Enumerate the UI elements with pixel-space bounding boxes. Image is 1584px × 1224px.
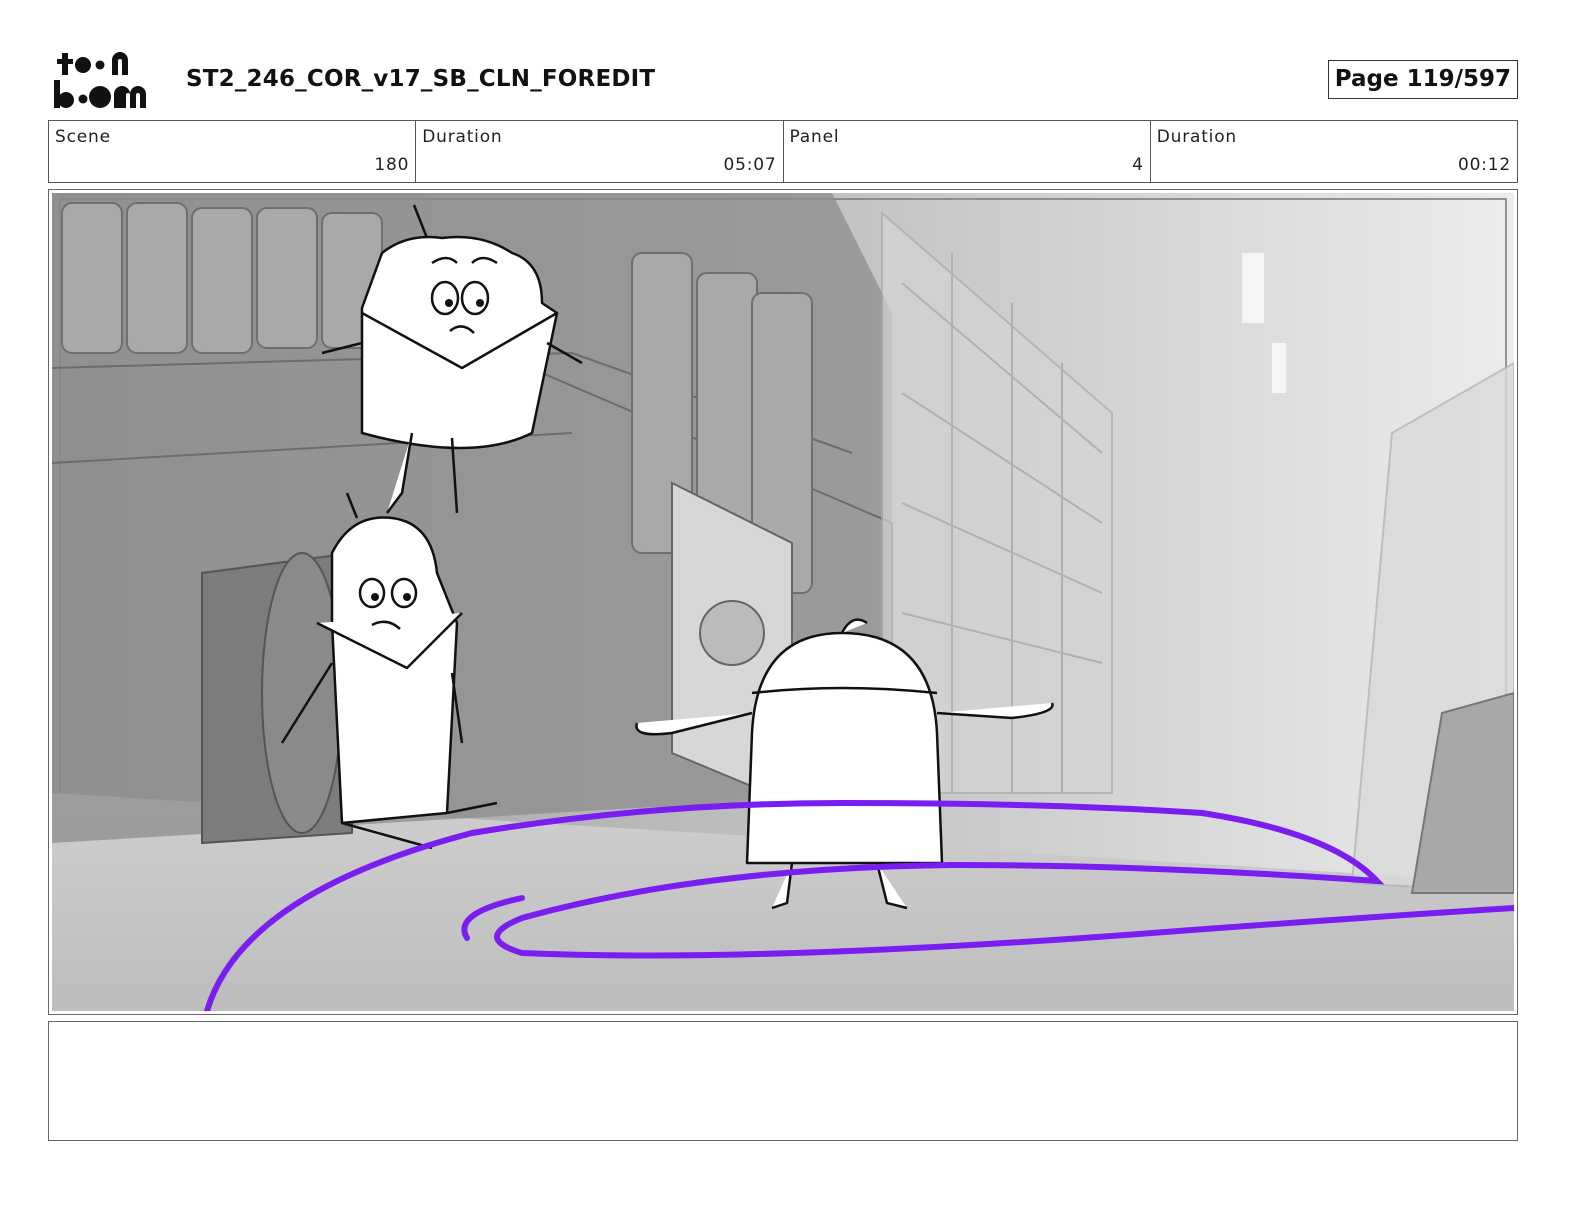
page-number: Page 119/597: [1327, 60, 1518, 99]
scene-value: 180: [374, 155, 410, 175]
scene-cell: Scene 180: [49, 121, 417, 182]
panel-value: 4: [1132, 155, 1144, 175]
panel-cell: Panel 4: [784, 121, 1151, 182]
panel-duration-value: 00:12: [1458, 155, 1511, 175]
scene-duration-label: Duration: [422, 127, 503, 147]
storyboard-drawing: [52, 193, 1514, 1011]
scene-duration-cell: Duration 05:07: [416, 121, 784, 182]
scene-duration-value: 05:07: [723, 155, 777, 175]
notes-box: [48, 1021, 1518, 1141]
panel-duration-cell: Duration 00:12: [1151, 121, 1517, 182]
panel-duration-label: Duration: [1156, 127, 1237, 147]
toon-boom-logo-icon: [54, 52, 146, 108]
page-header: ST2_246_COR_v17_SB_CLN_FOREDIT Page 119/…: [52, 50, 1532, 112]
document-title: ST2_246_COR_v17_SB_CLN_FOREDIT: [186, 66, 656, 92]
storyboard-panel: [48, 189, 1518, 1015]
scene-info-table: Scene 180 Duration 05:07 Panel 4 Duratio…: [48, 120, 1518, 183]
panel-label: Panel: [789, 127, 840, 147]
scene-label: Scene: [55, 127, 111, 147]
